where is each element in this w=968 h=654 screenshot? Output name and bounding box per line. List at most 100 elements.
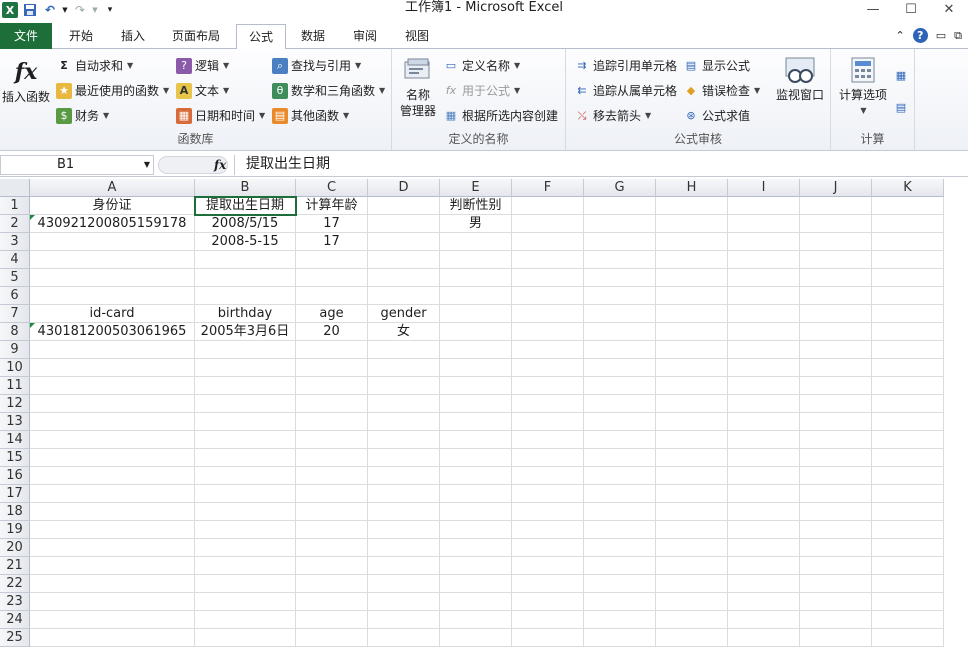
cell-B14[interactable] xyxy=(195,431,296,449)
cell-I13[interactable] xyxy=(728,413,800,431)
cell-J20[interactable] xyxy=(800,539,872,557)
cell-I1[interactable] xyxy=(728,197,800,215)
row-header-1[interactable]: 1 xyxy=(0,197,30,215)
row-header-10[interactable]: 10 xyxy=(0,359,30,377)
cell-A23[interactable] xyxy=(30,593,195,611)
cell-H5[interactable] xyxy=(656,269,728,287)
create-from-selection-button[interactable]: ▦ 根据所选内容创建 xyxy=(443,107,558,124)
cell-B16[interactable] xyxy=(195,467,296,485)
cell-J19[interactable] xyxy=(800,521,872,539)
cell-G11[interactable] xyxy=(584,377,656,395)
cell-D24[interactable] xyxy=(368,611,440,629)
cell-F15[interactable] xyxy=(512,449,584,467)
row-header-18[interactable]: 18 xyxy=(0,503,30,521)
cell-D18[interactable] xyxy=(368,503,440,521)
cell-I21[interactable] xyxy=(728,557,800,575)
cell-K17[interactable] xyxy=(872,485,944,503)
cell-I7[interactable] xyxy=(728,305,800,323)
cell-K23[interactable] xyxy=(872,593,944,611)
cell-K20[interactable] xyxy=(872,539,944,557)
row-header-5[interactable]: 5 xyxy=(0,269,30,287)
cell-I5[interactable] xyxy=(728,269,800,287)
cell-K10[interactable] xyxy=(872,359,944,377)
cell-I4[interactable] xyxy=(728,251,800,269)
cell-D13[interactable] xyxy=(368,413,440,431)
error-checking-button[interactable]: ◆ 错误检查 ▼ xyxy=(683,82,760,99)
cell-A13[interactable] xyxy=(30,413,195,431)
cell-F18[interactable] xyxy=(512,503,584,521)
row-header-16[interactable]: 16 xyxy=(0,467,30,485)
cell-F9[interactable] xyxy=(512,341,584,359)
column-header-H[interactable]: H xyxy=(656,179,728,197)
tab-view[interactable]: 视图 xyxy=(392,24,442,49)
cell-F8[interactable] xyxy=(512,323,584,341)
cell-F14[interactable] xyxy=(512,431,584,449)
cell-F2[interactable] xyxy=(512,215,584,233)
ribbon-collapse-icon[interactable]: ⌃ xyxy=(896,29,905,42)
cell-J24[interactable] xyxy=(800,611,872,629)
row-header-23[interactable]: 23 xyxy=(0,593,30,611)
cell-H8[interactable] xyxy=(656,323,728,341)
watch-window-button[interactable]: 监视窗口 xyxy=(772,55,828,103)
cell-H7[interactable] xyxy=(656,305,728,323)
cell-B25[interactable] xyxy=(195,629,296,647)
cell-A3[interactable] xyxy=(30,233,195,251)
cell-K14[interactable] xyxy=(872,431,944,449)
cell-D25[interactable] xyxy=(368,629,440,647)
cell-G24[interactable] xyxy=(584,611,656,629)
cell-K7[interactable] xyxy=(872,305,944,323)
cell-H14[interactable] xyxy=(656,431,728,449)
cell-K9[interactable] xyxy=(872,341,944,359)
window-restore-icon[interactable]: ⧉ xyxy=(954,29,962,43)
cell-A5[interactable] xyxy=(30,269,195,287)
tab-file[interactable]: 文件 xyxy=(0,23,52,49)
cell-C4[interactable] xyxy=(296,251,368,269)
cell-C2[interactable]: 17 xyxy=(296,215,368,233)
cell-K4[interactable] xyxy=(872,251,944,269)
cell-E17[interactable] xyxy=(440,485,512,503)
cell-A4[interactable] xyxy=(30,251,195,269)
cell-C24[interactable] xyxy=(296,611,368,629)
cell-F21[interactable] xyxy=(512,557,584,575)
cell-H4[interactable] xyxy=(656,251,728,269)
cell-C10[interactable] xyxy=(296,359,368,377)
cell-H25[interactable] xyxy=(656,629,728,647)
cell-C13[interactable] xyxy=(296,413,368,431)
cell-A16[interactable] xyxy=(30,467,195,485)
cell-D23[interactable] xyxy=(368,593,440,611)
cell-E20[interactable] xyxy=(440,539,512,557)
tab-insert[interactable]: 插入 xyxy=(107,24,159,49)
cell-C14[interactable] xyxy=(296,431,368,449)
cell-E4[interactable] xyxy=(440,251,512,269)
cell-F17[interactable] xyxy=(512,485,584,503)
cell-E7[interactable] xyxy=(440,305,512,323)
cell-E8[interactable] xyxy=(440,323,512,341)
cell-G16[interactable] xyxy=(584,467,656,485)
cell-D17[interactable] xyxy=(368,485,440,503)
column-header-F[interactable]: F xyxy=(512,179,584,197)
cell-D14[interactable] xyxy=(368,431,440,449)
cell-A10[interactable] xyxy=(30,359,195,377)
cell-G14[interactable] xyxy=(584,431,656,449)
cell-A22[interactable] xyxy=(30,575,195,593)
cell-J13[interactable] xyxy=(800,413,872,431)
cell-K2[interactable] xyxy=(872,215,944,233)
cell-C22[interactable] xyxy=(296,575,368,593)
cell-E1[interactable]: 判断性别 xyxy=(440,197,512,215)
number-as-text-indicator-icon[interactable] xyxy=(30,215,35,220)
cell-H19[interactable] xyxy=(656,521,728,539)
cell-G2[interactable] xyxy=(584,215,656,233)
cell-G17[interactable] xyxy=(584,485,656,503)
cell-C6[interactable] xyxy=(296,287,368,305)
cell-F13[interactable] xyxy=(512,413,584,431)
column-header-B[interactable]: B xyxy=(195,179,296,197)
row-header-25[interactable]: 25 xyxy=(0,629,30,647)
cell-D9[interactable] xyxy=(368,341,440,359)
cell-I12[interactable] xyxy=(728,395,800,413)
cell-J14[interactable] xyxy=(800,431,872,449)
column-header-J[interactable]: J xyxy=(800,179,872,197)
cell-C9[interactable] xyxy=(296,341,368,359)
column-header-I[interactable]: I xyxy=(728,179,800,197)
cell-F7[interactable] xyxy=(512,305,584,323)
cell-D3[interactable] xyxy=(368,233,440,251)
